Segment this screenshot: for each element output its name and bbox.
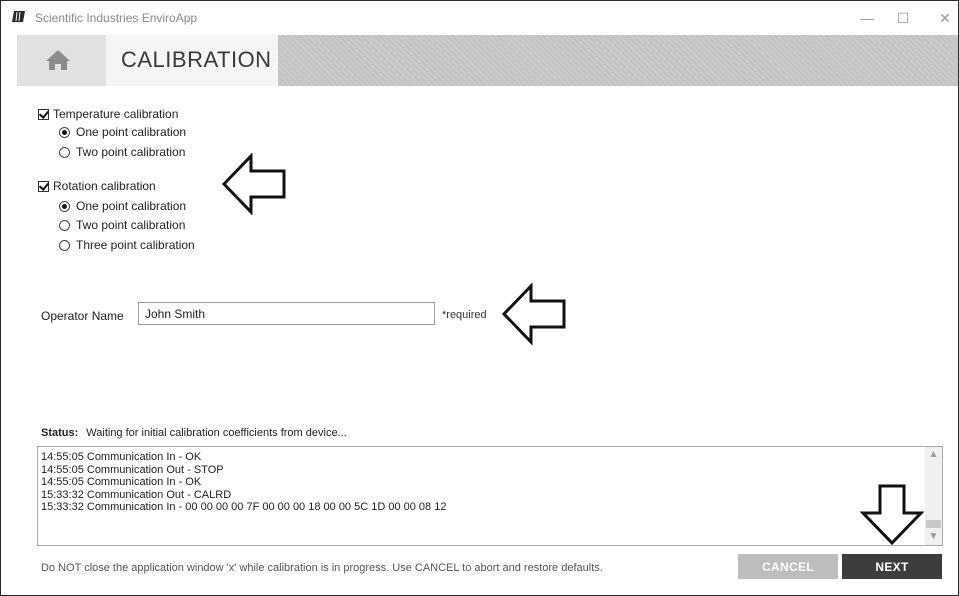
rotation-two-point-radio[interactable]: Two point calibration [59, 218, 185, 232]
radio-label: One point calibration [76, 199, 187, 213]
temperature-calibration-label: Temperature calibration [53, 107, 179, 121]
rotation-calibration-label: Rotation calibration [53, 179, 156, 193]
maximize-button[interactable]: ☐ [888, 8, 918, 28]
radio-label: Three point calibration [76, 238, 195, 252]
radio-icon [59, 146, 70, 158]
log-line: 15:33:32 Communication Out - CALRD [41, 488, 232, 501]
scroll-down-icon[interactable]: ▼ [925, 529, 942, 545]
rotation-three-point-radio[interactable]: Three point calibration [59, 238, 195, 252]
rotation-calibration-checkbox[interactable]: Rotation calibration [38, 179, 156, 193]
scroll-thumb[interactable] [926, 520, 941, 528]
app-logo-icon [12, 11, 25, 22]
status-text: Waiting for initial calibration coeffici… [86, 427, 347, 439]
radio-label: One point calibration [76, 125, 187, 139]
log-line: 14:55:05 Communication In - OK [41, 476, 202, 488]
app-window: Scientific Industries EnviroApp — ☐ ✕ CA… [0, 0, 959, 596]
left-arrow-annotation-icon [501, 283, 566, 345]
window-title: Scientific Industries EnviroApp [35, 11, 198, 25]
temperature-one-point-radio[interactable]: One point calibration [59, 125, 186, 139]
log-scrollbar[interactable]: ▲ ▼ [925, 447, 942, 545]
radio-icon [59, 219, 70, 231]
down-arrow-annotation-icon [859, 484, 925, 546]
radio-selected-icon [59, 200, 70, 212]
temperature-two-point-radio[interactable]: Two point calibration [59, 145, 185, 159]
radio-label: Two point calibration [76, 218, 186, 232]
page-title: CALIBRATION [121, 47, 272, 72]
home-icon [46, 50, 70, 70]
radio-label: Two point calibration [76, 145, 186, 159]
radio-icon [59, 239, 70, 251]
tab-calibration: CALIBRATION [106, 35, 278, 86]
header-fill [278, 35, 958, 86]
close-button[interactable]: ✕ [930, 8, 959, 28]
temperature-calibration-checkbox[interactable]: Temperature calibration [38, 107, 178, 121]
cancel-button[interactable]: CANCEL [738, 554, 838, 579]
footer-warning: Do NOT close the application window 'x' … [41, 562, 603, 574]
log-line: 14:55:05 Communication In - OK [41, 451, 202, 463]
checkbox-icon [38, 108, 49, 120]
status-line: Status: Waiting for initial calibration c… [41, 427, 347, 439]
log-line: 14:55:05 Communication Out - STOP [41, 463, 224, 476]
status-label: Status: [41, 427, 79, 439]
communication-log[interactable]: 14:55:05 Communication In - OK 14:55:05 … [37, 446, 943, 546]
operator-name-label: Operator Name [41, 309, 124, 323]
operator-name-input[interactable] [138, 302, 435, 325]
left-arrow-annotation-icon [221, 153, 286, 215]
required-note: *required [442, 309, 487, 321]
page-header: CALIBRATION [17, 35, 958, 86]
checkbox-icon [38, 180, 49, 192]
home-button[interactable] [17, 35, 106, 86]
next-button[interactable]: NEXT [842, 554, 942, 579]
rotation-one-point-radio[interactable]: One point calibration [59, 199, 186, 213]
radio-selected-icon [59, 126, 70, 138]
scroll-up-icon[interactable]: ▲ [925, 447, 942, 463]
minimize-button[interactable]: — [852, 8, 882, 28]
title-bar: Scientific Industries EnviroApp — ☐ ✕ [1, 1, 958, 34]
log-line: 15:33:32 Communication In - 00 00 00 00 … [41, 501, 447, 513]
